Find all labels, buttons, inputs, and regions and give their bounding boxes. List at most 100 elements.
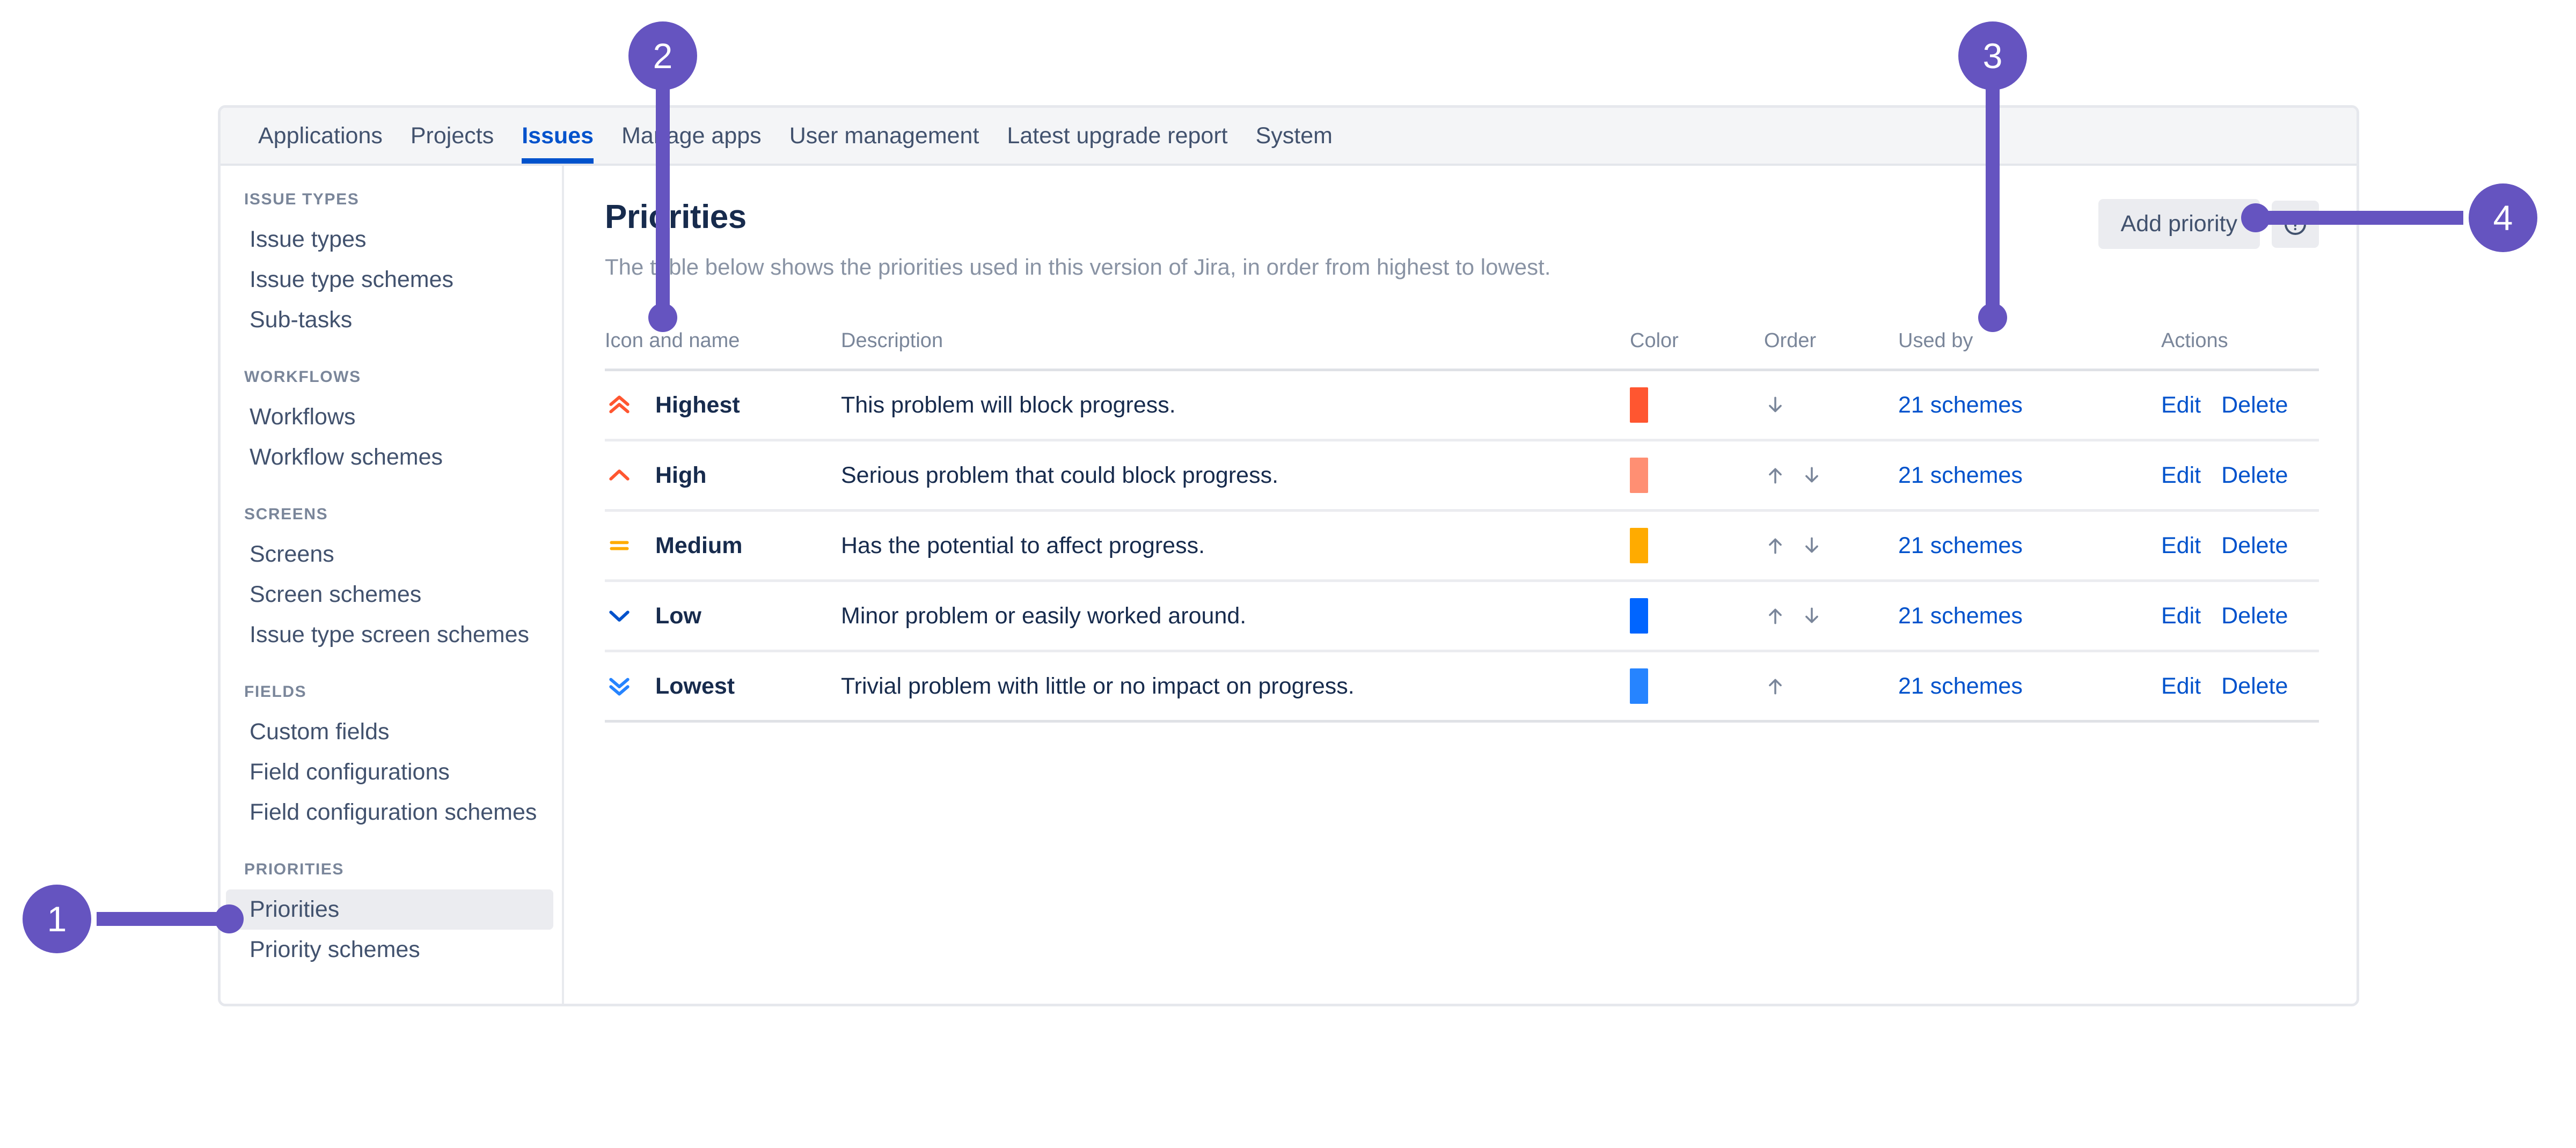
callout-badge-4: 4 — [2469, 183, 2537, 252]
nav-tab-user-management[interactable]: User management — [775, 108, 993, 164]
table-row: High Serious problem that could block pro… — [605, 440, 2319, 512]
chevron-down-icon — [609, 610, 630, 622]
callout-1-line — [97, 912, 231, 926]
delete-link[interactable]: Delete — [2221, 533, 2288, 559]
order-arrow-down-icon[interactable] — [1764, 394, 1787, 416]
priority-description: Trivial problem with little or no impact… — [841, 651, 1630, 723]
equals-icon — [610, 541, 629, 550]
sidebar-group-workflows: WORKFLOWS Workflows Workflow schemes — [221, 368, 562, 477]
table-row: Highest This problem will block progress.… — [605, 370, 2319, 441]
content-area: Add priority Priorities The table below … — [566, 166, 2357, 1004]
used-by-link[interactable]: 21 schemes — [1898, 533, 2023, 558]
sidebar-group-title: WORKFLOWS — [244, 368, 361, 386]
sidebar-item-workflow-schemes[interactable]: Workflow schemes — [226, 437, 553, 477]
edit-link[interactable]: Edit — [2161, 462, 2201, 489]
table-row: Medium Has the potential to affect progre… — [605, 510, 2319, 582]
edit-link[interactable]: Edit — [2161, 603, 2201, 629]
callout-badge-1: 1 — [23, 885, 91, 953]
color-swatch — [1630, 598, 1648, 634]
nav-tab-applications[interactable]: Applications — [244, 108, 397, 164]
used-by-link[interactable]: 21 schemes — [1898, 603, 2023, 629]
table-header-icon-and-name: Icon and name — [605, 329, 841, 371]
color-swatch — [1630, 387, 1648, 423]
used-by-link[interactable]: 21 schemes — [1898, 673, 2023, 699]
order-arrow-up-icon[interactable] — [1764, 675, 1787, 697]
callout-2-dot — [648, 303, 677, 332]
order-arrow-down-icon[interactable] — [1801, 534, 1823, 557]
used-by-link[interactable]: 21 schemes — [1898, 392, 2023, 418]
callout-4-dot — [2241, 203, 2270, 232]
priority-icon-name-cell: High — [605, 440, 841, 512]
color-swatch — [1630, 458, 1648, 493]
callout-3-dot — [1978, 303, 2007, 332]
sidebar-item-workflows[interactable]: Workflows — [226, 397, 553, 437]
priority-color-cell — [1630, 651, 1764, 723]
priority-color-cell — [1630, 440, 1764, 512]
priority-actions-cell: Edit Delete — [2161, 510, 2319, 582]
priority-name: High — [655, 462, 707, 488]
sidebar-group-title: PRIORITIES — [244, 860, 345, 878]
nav-tab-issues[interactable]: Issues — [508, 108, 608, 164]
chevron-up-icon — [609, 469, 630, 481]
nav-tab-manage-apps[interactable]: Manage apps — [608, 108, 775, 164]
sidebar-item-screens[interactable]: Screens — [226, 534, 553, 575]
delete-link[interactable]: Delete — [2221, 673, 2288, 700]
priority-icon-name-cell: Medium — [605, 510, 841, 582]
priority-actions-cell: Edit Delete — [2161, 370, 2319, 441]
priority-actions-cell: Edit Delete — [2161, 440, 2319, 512]
sidebar-item-field-configurations[interactable]: Field configurations — [226, 752, 553, 792]
priority-used-by-cell: 21 schemes — [1898, 510, 2161, 582]
sidebar-item-priorities[interactable]: Priorities — [226, 889, 553, 930]
priority-description: Serious problem that could block progres… — [841, 440, 1630, 512]
edit-link[interactable]: Edit — [2161, 392, 2201, 418]
table-row: Low Minor problem or easily worked around… — [605, 580, 2319, 652]
edit-link[interactable]: Edit — [2161, 533, 2201, 559]
order-arrow-up-icon[interactable] — [1764, 605, 1787, 627]
double-chevron-up-icon — [609, 395, 630, 414]
priority-name: Low — [655, 602, 701, 629]
sidebar-item-sub-tasks[interactable]: Sub-tasks — [226, 300, 553, 340]
priority-color-cell — [1630, 510, 1764, 582]
priority-icon-name-cell: Low — [605, 580, 841, 652]
priorities-table-body: Highest This problem will block progress.… — [605, 370, 2319, 723]
order-arrow-up-icon[interactable] — [1764, 534, 1787, 557]
nav-tab-projects[interactable]: Projects — [397, 108, 508, 164]
table-header-description: Description — [841, 329, 1630, 371]
priority-order-cell — [1764, 580, 1898, 652]
priority-description: Has the potential to affect progress. — [841, 510, 1630, 582]
priority-name: Lowest — [655, 673, 735, 699]
priority-order-cell — [1764, 370, 1898, 441]
sidebar-item-issue-type-schemes[interactable]: Issue type schemes — [226, 260, 553, 300]
sidebar-item-priority-schemes[interactable]: Priority schemes — [226, 930, 553, 970]
delete-link[interactable]: Delete — [2221, 603, 2288, 629]
order-arrow-down-icon[interactable] — [1801, 464, 1823, 487]
used-by-link[interactable]: 21 schemes — [1898, 462, 2023, 488]
sidebar-group-title: FIELDS — [244, 683, 307, 701]
add-priority-button[interactable]: Add priority — [2098, 199, 2260, 249]
color-swatch — [1630, 668, 1648, 704]
sidebar-item-screen-schemes[interactable]: Screen schemes — [226, 575, 553, 615]
double-chevron-down-icon — [609, 678, 630, 696]
table-row: Lowest Trivial problem with little or no … — [605, 651, 2319, 723]
sidebar-group-screens: SCREENS Screens Screen schemes Issue type s… — [221, 505, 562, 655]
delete-link[interactable]: Delete — [2221, 392, 2288, 418]
admin-sidebar: ISSUE TYPES Issue types Issue type schemes… — [221, 166, 564, 1004]
delete-link[interactable]: Delete — [2221, 462, 2288, 489]
priorities-table: Icon and name Description Color Order Us… — [605, 329, 2319, 723]
callout-4-line — [2249, 211, 2463, 225]
priority-name: Highest — [655, 392, 740, 418]
sidebar-item-issue-type-screen-schemes[interactable]: Issue type screen schemes — [226, 615, 553, 655]
edit-link[interactable]: Edit — [2161, 673, 2201, 700]
sidebar-item-issue-types[interactable]: Issue types — [226, 219, 553, 260]
sidebar-item-custom-fields[interactable]: Custom fields — [226, 712, 553, 752]
sidebar-item-field-configuration-schemes[interactable]: Field configuration schemes — [226, 792, 553, 833]
callout-2-line — [656, 59, 670, 322]
nav-tab-latest-upgrade-report[interactable]: Latest upgrade report — [993, 108, 1241, 164]
callout-3-line — [1986, 59, 2000, 322]
order-arrow-down-icon[interactable] — [1801, 605, 1823, 627]
priority-actions-cell: Edit Delete — [2161, 651, 2319, 723]
order-arrow-up-icon[interactable] — [1764, 464, 1787, 487]
priority-description: This problem will block progress. — [841, 370, 1630, 441]
nav-tab-system[interactable]: System — [1242, 108, 1346, 164]
top-navigation-bar: Applications Projects Issues Manage apps Use… — [221, 108, 2357, 166]
